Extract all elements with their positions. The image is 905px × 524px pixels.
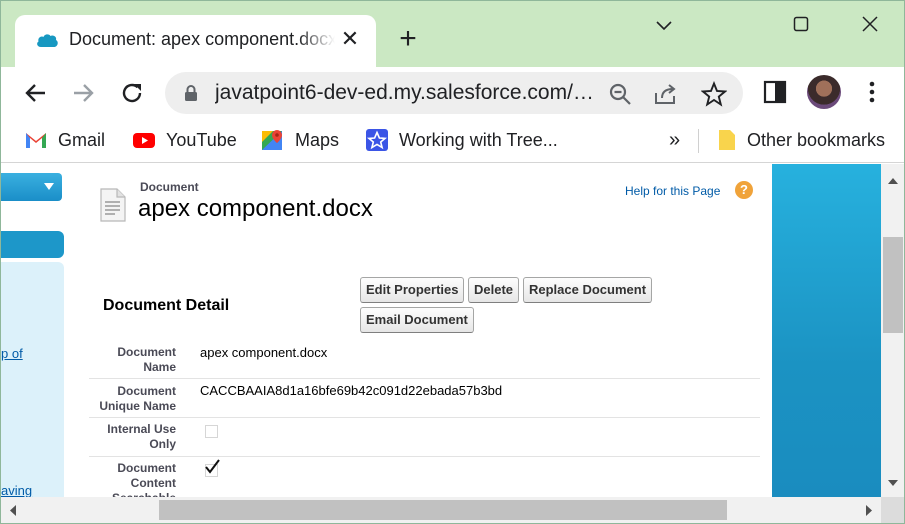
detail-row-internal-use: Internal Use Only bbox=[89, 418, 760, 457]
new-tab-button[interactable]: + bbox=[393, 24, 423, 55]
email-document-button[interactable]: Email Document bbox=[360, 307, 474, 333]
close-icon bbox=[862, 16, 878, 32]
star-icon[interactable] bbox=[701, 81, 727, 107]
youtube-icon bbox=[133, 133, 155, 149]
detail-row-document-name: Document Name apex component.docx bbox=[89, 340, 760, 379]
sidebar-header-bar bbox=[1, 231, 64, 258]
internal-use-checkbox bbox=[205, 425, 218, 438]
checkmark-icon bbox=[205, 459, 220, 474]
maps-icon bbox=[262, 130, 282, 151]
other-bookmarks-folder[interactable]: Other bookmarks bbox=[717, 129, 885, 153]
vertical-scroll-thumb[interactable] bbox=[883, 237, 903, 333]
help-icon[interactable]: ? bbox=[735, 181, 753, 199]
bookmarks-overflow-button[interactable]: » bbox=[669, 129, 680, 153]
bookmark-gmail[interactable]: Gmail bbox=[24, 129, 105, 153]
more-menu-icon[interactable] bbox=[859, 79, 885, 105]
tab-title: Document: apex component.docx bbox=[69, 29, 335, 49]
field-value: CACCBAAIA8d1a16bfe69b42c091d22ebada57b3b… bbox=[200, 383, 503, 398]
bookmark-working-with-tree[interactable]: Working with Tree... bbox=[365, 129, 558, 153]
browser-window: Document: apex component.docx ✕ + javatp… bbox=[0, 0, 905, 524]
replace-document-button[interactable]: Replace Document bbox=[523, 277, 653, 303]
scroll-right-arrow-icon[interactable] bbox=[860, 497, 878, 524]
browser-toolbar: javatpoint6-dev-ed.my.salesforce.com/… bbox=[1, 67, 904, 119]
salesforce-cloud-icon bbox=[37, 34, 58, 47]
field-label: Document Unique Name bbox=[99, 384, 176, 413]
vertical-scrollbar[interactable] bbox=[881, 164, 905, 497]
tab-strip: Document: apex component.docx ✕ + bbox=[1, 1, 904, 67]
sidebar-link[interactable]: p of bbox=[1, 346, 23, 361]
document-icon bbox=[100, 188, 126, 222]
scroll-left-arrow-icon[interactable] bbox=[4, 497, 22, 524]
back-arrow-icon[interactable] bbox=[18, 75, 54, 111]
detail-row-unique-name: Document Unique Name CACCBAAIA8d1a16bfe6… bbox=[89, 379, 760, 418]
horizontal-scrollbar[interactable] bbox=[1, 497, 881, 524]
zoom-out-icon[interactable] bbox=[607, 81, 633, 107]
field-label: Document Name bbox=[117, 345, 176, 374]
page-viewport: p of aving Document apex component.docx … bbox=[1, 164, 881, 497]
delete-button[interactable]: Delete bbox=[468, 277, 520, 303]
bookmark-youtube[interactable]: YouTube bbox=[132, 129, 237, 153]
page-right-background bbox=[772, 164, 881, 497]
tab-close-icon[interactable]: ✕ bbox=[337, 25, 363, 53]
field-label: Internal Use Only bbox=[107, 422, 176, 451]
lock-icon[interactable] bbox=[183, 84, 199, 102]
left-sidebar: p of aving bbox=[1, 164, 64, 497]
sidebar-link[interactable]: aving bbox=[1, 483, 32, 497]
share-icon[interactable] bbox=[653, 81, 679, 107]
bookmark-maps[interactable]: Maps bbox=[261, 129, 339, 153]
dropdown-arrow-icon bbox=[44, 183, 54, 190]
scrollbar-corner bbox=[881, 497, 904, 523]
reload-icon[interactable] bbox=[114, 75, 150, 111]
content-searchable-checkbox bbox=[205, 459, 220, 477]
bookmarks-bar: Gmail YouTube Maps Working with Tree... … bbox=[1, 119, 904, 163]
bookmark-label: YouTube bbox=[166, 129, 237, 150]
gmail-icon bbox=[26, 133, 46, 149]
page-title: apex component.docx bbox=[138, 195, 373, 222]
scroll-up-arrow-icon[interactable] bbox=[881, 172, 905, 190]
sidebar-dropdown[interactable] bbox=[1, 173, 62, 201]
bookmark-star-icon bbox=[366, 129, 388, 152]
profile-avatar[interactable] bbox=[807, 75, 841, 109]
section-title: Document Detail bbox=[103, 297, 230, 314]
maximize-icon bbox=[793, 16, 809, 32]
address-bar[interactable]: javatpoint6-dev-ed.my.salesforce.com/… bbox=[165, 72, 743, 114]
bookmark-label: Working with Tree... bbox=[399, 129, 558, 150]
chevron-down-icon bbox=[656, 21, 672, 31]
folder-icon bbox=[719, 130, 735, 151]
bookmarks-divider bbox=[698, 129, 699, 153]
forward-arrow-icon[interactable] bbox=[65, 75, 101, 111]
other-bookmarks-label: Other bookmarks bbox=[747, 129, 886, 150]
bookmark-label: Maps bbox=[295, 129, 340, 150]
field-label: Document Content Searchable bbox=[112, 461, 176, 497]
window-close-button[interactable] bbox=[847, 7, 893, 41]
tab-active[interactable]: Document: apex component.docx ✕ bbox=[15, 15, 376, 67]
side-panel-icon[interactable] bbox=[762, 79, 788, 105]
detail-row-content-searchable: Document Content Searchable bbox=[89, 457, 760, 497]
url-text[interactable]: javatpoint6-dev-ed.my.salesforce.com/… bbox=[215, 81, 595, 105]
bookmark-label: Gmail bbox=[58, 129, 106, 150]
field-value: apex component.docx bbox=[200, 345, 328, 360]
help-link[interactable]: Help for this Page bbox=[625, 184, 720, 198]
scroll-down-arrow-icon[interactable] bbox=[881, 474, 905, 492]
horizontal-scroll-thumb[interactable] bbox=[159, 500, 727, 520]
sidebar-panel: p of aving bbox=[1, 262, 64, 497]
minimize-button[interactable] bbox=[641, 7, 687, 41]
page-type-label: Document bbox=[140, 180, 199, 194]
edit-properties-button[interactable]: Edit Properties bbox=[360, 277, 465, 303]
maximize-button[interactable] bbox=[778, 7, 824, 41]
